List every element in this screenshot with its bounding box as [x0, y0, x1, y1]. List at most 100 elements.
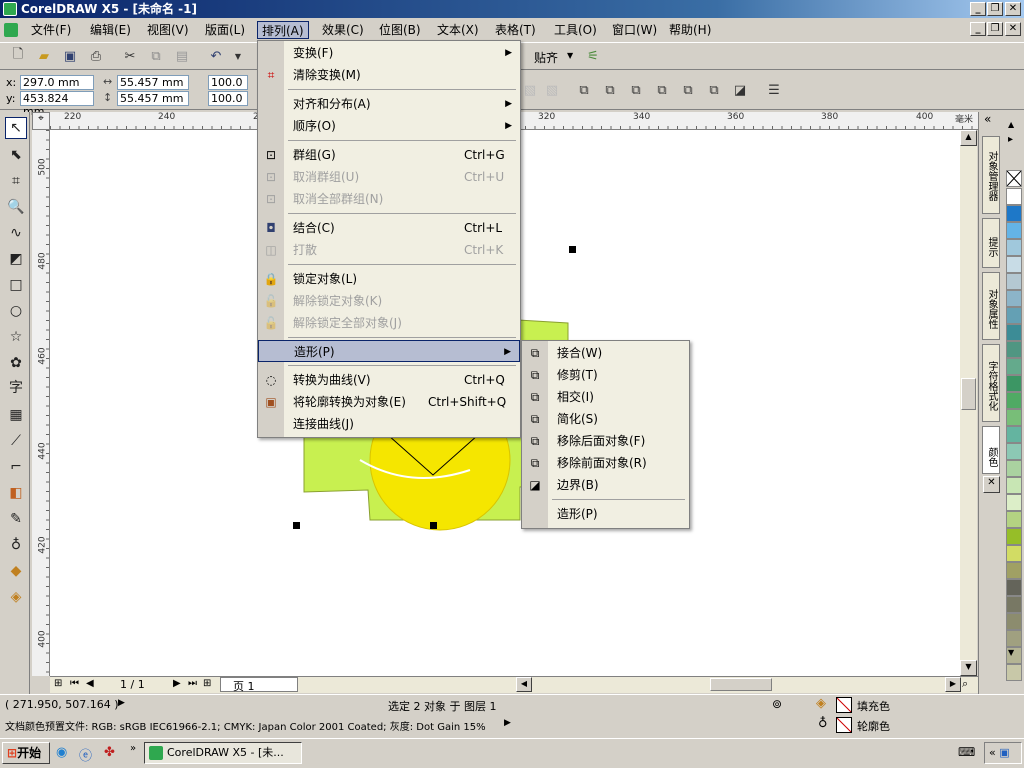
- docker-collapse-icon[interactable]: «: [984, 112, 991, 126]
- fill-swatch[interactable]: [836, 697, 852, 713]
- color-swatch[interactable]: [1006, 409, 1022, 426]
- menu-item-ungroup-all[interactable]: ⊡ 取消全部群组(N): [258, 188, 520, 210]
- interactive-fill-tool-icon[interactable]: ◈: [5, 586, 27, 608]
- selection-handle[interactable]: [569, 246, 576, 253]
- smart-fill-tool-icon[interactable]: ◩: [5, 248, 27, 270]
- menu-view[interactable]: 视图(V): [143, 21, 193, 39]
- intersect-icon[interactable]: ⧉: [626, 80, 646, 100]
- submenu-item-boundary[interactable]: ◪ 边界(B): [522, 474, 689, 496]
- next-page-icon[interactable]: ▶: [173, 678, 181, 689]
- outline-swatch[interactable]: [836, 717, 852, 733]
- color-swatch[interactable]: [1006, 494, 1022, 511]
- color-swatch[interactable]: [1006, 341, 1022, 358]
- color-swatch[interactable]: [1006, 528, 1022, 545]
- color-swatch[interactable]: [1006, 324, 1022, 341]
- rectangle-tool-icon[interactable]: □: [5, 274, 27, 296]
- copy-icon[interactable]: ⧉: [146, 46, 166, 66]
- menu-item-break-apart[interactable]: ◫ 打散 Ctrl+K: [258, 239, 520, 261]
- menu-item-combine[interactable]: ◘ 结合(C) Ctrl+L: [258, 217, 520, 239]
- submenu-item-front-minus-back[interactable]: ⧉ 移除后面对象(F): [522, 430, 689, 452]
- vertical-scroll-thumb[interactable]: [961, 378, 976, 410]
- outline-tool-icon[interactable]: ♁: [5, 534, 27, 556]
- scale-x-field[interactable]: 100.0: [208, 75, 248, 90]
- doc-minimize-icon[interactable]: _: [970, 22, 986, 36]
- docker-close-icon[interactable]: ✕: [983, 476, 1000, 493]
- menu-layout[interactable]: 版面(L): [201, 21, 249, 39]
- status-expand-icon[interactable]: ▶: [118, 698, 125, 708]
- chrome-icon[interactable]: ◉: [56, 745, 67, 760]
- color-profile-text[interactable]: 文档颜色预置文件: RGB: sRGB IEC61966-2.1; CMYK: …: [5, 718, 486, 733]
- boundary-icon[interactable]: ◪: [730, 80, 750, 100]
- color-swatch[interactable]: [1006, 460, 1022, 477]
- close-icon[interactable]: ✕: [1005, 2, 1021, 16]
- start-button[interactable]: ⊞开始: [2, 742, 50, 764]
- palette-scroll-down-icon[interactable]: ▼: [1008, 648, 1014, 657]
- new-icon[interactable]: 🗋: [8, 46, 28, 66]
- paste-icon[interactable]: ▤: [172, 46, 192, 66]
- color-swatch[interactable]: [1006, 596, 1022, 613]
- palette-scroll-up-icon[interactable]: ▲: [1008, 120, 1014, 129]
- menu-item-clear-transform[interactable]: ⌗ 清除变换(M): [258, 64, 520, 86]
- height-field[interactable]: 55.457 mm: [117, 91, 189, 106]
- menu-item-order[interactable]: 顺序(O) ▶: [258, 115, 520, 137]
- restore-icon[interactable]: ❐: [987, 2, 1003, 16]
- menu-item-shaping[interactable]: 造形(P) ▶: [258, 340, 520, 362]
- scroll-left-icon[interactable]: ◀: [516, 677, 532, 692]
- submenu-item-simplify[interactable]: ⧉ 简化(S): [522, 408, 689, 430]
- color-swatch[interactable]: [1006, 239, 1022, 256]
- snapshot-icon[interactable]: ⊚: [772, 697, 782, 711]
- color-swatch[interactable]: [1006, 375, 1022, 392]
- scale-y-field[interactable]: 100.0: [208, 91, 248, 106]
- color-swatch[interactable]: [1006, 307, 1022, 324]
- front-minus-back-icon[interactable]: ⧉: [678, 80, 698, 100]
- color-swatch[interactable]: [1006, 579, 1022, 596]
- color-swatch[interactable]: [1006, 545, 1022, 562]
- submenu-item-trim[interactable]: ⧉ 修剪(T): [522, 364, 689, 386]
- menu-item-convert-to-curves[interactable]: ◌ 转换为曲线(V) Ctrl+Q: [258, 369, 520, 391]
- snap-label[interactable]: 贴齐: [534, 49, 558, 66]
- connector-tool-icon[interactable]: ⌐: [5, 456, 27, 478]
- submenu-item-intersect[interactable]: ⧉ 相交(I): [522, 386, 689, 408]
- menu-text[interactable]: 文本(X): [433, 21, 483, 39]
- blend-tool-icon[interactable]: ◧: [5, 482, 27, 504]
- color-swatch[interactable]: [1006, 630, 1022, 647]
- add-page-after-icon[interactable]: ⊞: [203, 678, 211, 689]
- snap-dropdown-icon[interactable]: ▼: [567, 51, 573, 60]
- color-swatch[interactable]: [1006, 392, 1022, 409]
- table-tool-icon[interactable]: ▦: [5, 404, 27, 426]
- polygon-tool-icon[interactable]: ☆: [5, 326, 27, 348]
- menu-item-convert-outline[interactable]: ▣ 将轮廓转换为对象(E) Ctrl+Shift+Q: [258, 391, 520, 413]
- menu-effects[interactable]: 效果(C): [318, 21, 368, 39]
- network-icon[interactable]: ▣: [999, 746, 1009, 759]
- color-swatch[interactable]: [1006, 188, 1022, 205]
- print-icon[interactable]: ⎙: [86, 46, 106, 66]
- quicklaunch-more-icon[interactable]: »: [130, 743, 136, 754]
- submenu-item-shaping[interactable]: 造形(P): [522, 503, 689, 525]
- menu-item-join-curves[interactable]: 连接曲线(J): [258, 413, 520, 435]
- save-icon[interactable]: ▣: [60, 46, 80, 66]
- vertical-scrollbar[interactable]: ▲ ▼: [960, 130, 977, 676]
- dynamic-guides-icon[interactable]: ⚟: [583, 46, 603, 66]
- docker-tab-object-properties[interactable]: 对象属性: [982, 272, 1000, 340]
- menu-item-align-distribute[interactable]: 对齐和分布(A) ▶: [258, 93, 520, 115]
- first-page-icon[interactable]: ⏮: [70, 678, 79, 689]
- submenu-item-back-minus-front[interactable]: ⧉ 移除前面对象(R): [522, 452, 689, 474]
- menu-file[interactable]: 文件(F): [27, 21, 75, 39]
- undo-dropdown-icon[interactable]: ▼: [228, 46, 248, 66]
- color-swatch[interactable]: [1006, 562, 1022, 579]
- app-quicklaunch-icon[interactable]: ✤: [104, 745, 115, 760]
- weld-icon[interactable]: ⧉: [574, 80, 594, 100]
- menu-help[interactable]: 帮助(H): [665, 21, 715, 39]
- selection-handle[interactable]: [430, 522, 437, 529]
- selection-handle[interactable]: [293, 522, 300, 529]
- docker-tab-hints[interactable]: 提示: [982, 218, 1000, 268]
- pick-tool-icon[interactable]: ↖: [5, 117, 27, 139]
- menu-edit[interactable]: 编辑(E): [86, 21, 135, 39]
- scroll-right-icon[interactable]: ▶: [945, 677, 961, 692]
- x-position-field[interactable]: 297.0 mm: [20, 75, 94, 90]
- width-field[interactable]: 55.457 mm: [117, 75, 189, 90]
- y-position-field[interactable]: 453.824 mm: [20, 91, 94, 118]
- keyboard-icon[interactable]: ⌨: [958, 745, 975, 759]
- color-swatch[interactable]: [1006, 426, 1022, 443]
- palette-menu-icon[interactable]: ▸: [1008, 134, 1013, 145]
